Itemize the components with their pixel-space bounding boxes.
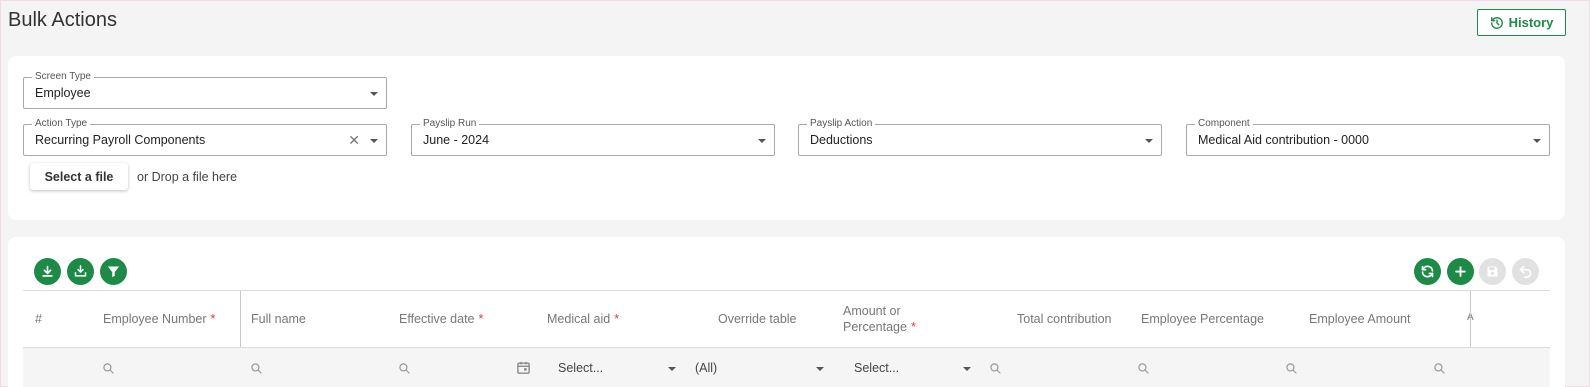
- chevron-down-icon[interactable]: [370, 92, 378, 96]
- history-icon: [1490, 16, 1503, 29]
- required-marker: *: [478, 312, 484, 326]
- chevron-down-icon[interactable]: [668, 367, 676, 371]
- screen-type-select[interactable]: Screen Type Employee: [23, 71, 387, 109]
- download-template-icon: [74, 265, 87, 277]
- medical-aid-filter[interactable]: Select...: [558, 361, 603, 375]
- save-icon: [1487, 266, 1498, 277]
- column-header-full-name[interactable]: Full name: [251, 291, 391, 347]
- column-header-effective-date[interactable]: Effective date *: [399, 291, 539, 347]
- required-marker: *: [210, 312, 216, 326]
- screen-type-value: Employee: [35, 86, 91, 100]
- column-header-employee-number[interactable]: Employee Number *: [103, 291, 243, 347]
- undo-icon: [1519, 265, 1532, 278]
- payslip-action-label: Payslip Action: [807, 118, 876, 130]
- search-icon[interactable]: [1137, 362, 1150, 375]
- calendar-icon[interactable]: [516, 360, 531, 375]
- column-header-total-contribution[interactable]: Total contribution: [1017, 291, 1137, 347]
- bulk-actions-grid: # Employee Number * Full name Effective d…: [23, 290, 1550, 387]
- action-type-select[interactable]: Action Type Recurring Payroll Components…: [23, 118, 387, 156]
- column-header-employee-percentage[interactable]: Employee Percentage: [1141, 291, 1291, 347]
- chevron-down-icon[interactable]: [758, 139, 766, 143]
- bulk-action-form-card: Screen Type Employee Action Type Recurri…: [8, 56, 1565, 220]
- add-row-button[interactable]: [1447, 258, 1474, 285]
- download-icon: [42, 265, 53, 277]
- search-icon[interactable]: [102, 362, 115, 375]
- payslip-action-select[interactable]: Payslip Action Deductions: [798, 118, 1162, 156]
- download-template-button[interactable]: [67, 258, 94, 285]
- history-button[interactable]: History: [1477, 9, 1566, 36]
- chevron-down-icon[interactable]: [963, 367, 971, 371]
- undo-button[interactable]: [1512, 258, 1539, 285]
- payslip-run-value: June - 2024: [423, 133, 490, 147]
- action-type-label: Action Type: [32, 118, 91, 130]
- column-header-employee-amount[interactable]: Employee Amount: [1309, 291, 1449, 347]
- refresh-icon: [1421, 265, 1434, 278]
- history-label: History: [1508, 15, 1554, 30]
- required-marker: *: [910, 320, 916, 334]
- clear-icon[interactable]: ✕: [348, 132, 360, 148]
- search-icon[interactable]: [398, 362, 411, 375]
- save-button[interactable]: [1479, 258, 1506, 285]
- search-icon[interactable]: [250, 362, 263, 375]
- search-icon[interactable]: [1433, 362, 1446, 375]
- chevron-down-icon[interactable]: [1145, 139, 1153, 143]
- download-button[interactable]: [34, 258, 61, 285]
- chevron-down-icon[interactable]: [816, 367, 824, 371]
- payslip-action-value: Deductions: [810, 133, 873, 147]
- component-select[interactable]: Component Medical Aid contribution - 000…: [1186, 118, 1550, 156]
- component-label: Component: [1195, 118, 1253, 130]
- grid-card: # Employee Number * Full name Effective d…: [8, 237, 1565, 387]
- screen-type-label: Screen Type: [32, 71, 94, 83]
- search-icon[interactable]: [989, 362, 1002, 375]
- amount-or-percentage-filter[interactable]: Select...: [854, 361, 899, 375]
- column-header-truncated[interactable]: A: [1467, 289, 1479, 345]
- refresh-button[interactable]: [1414, 258, 1441, 285]
- column-header-index[interactable]: #: [35, 291, 75, 347]
- chevron-down-icon[interactable]: [1533, 139, 1541, 143]
- column-header-override-table[interactable]: Override table: [718, 291, 838, 347]
- column-header-medical-aid[interactable]: Medical aid *: [547, 291, 687, 347]
- add-icon: [1455, 266, 1466, 277]
- payslip-run-label: Payslip Run: [420, 118, 480, 130]
- page-title: Bulk Actions: [8, 9, 117, 31]
- chevron-down-icon[interactable]: [370, 139, 378, 143]
- override-table-filter[interactable]: (All): [695, 361, 717, 375]
- filter-row: Select... (All) Select...: [23, 347, 1550, 387]
- action-type-value: Recurring Payroll Components: [35, 133, 206, 147]
- search-icon[interactable]: [1285, 362, 1298, 375]
- filter-icon: [107, 266, 120, 278]
- component-value: Medical Aid contribution - 0000: [1198, 133, 1369, 147]
- payslip-run-select[interactable]: Payslip Run June - 2024: [411, 118, 775, 156]
- column-header-amount-or-percentage[interactable]: Amount or Percentage *: [843, 291, 943, 347]
- drop-zone-text[interactable]: or Drop a file here: [137, 170, 237, 184]
- required-marker: *: [614, 312, 620, 326]
- filter-button[interactable]: [100, 258, 127, 285]
- select-file-button[interactable]: Select a file: [30, 163, 128, 190]
